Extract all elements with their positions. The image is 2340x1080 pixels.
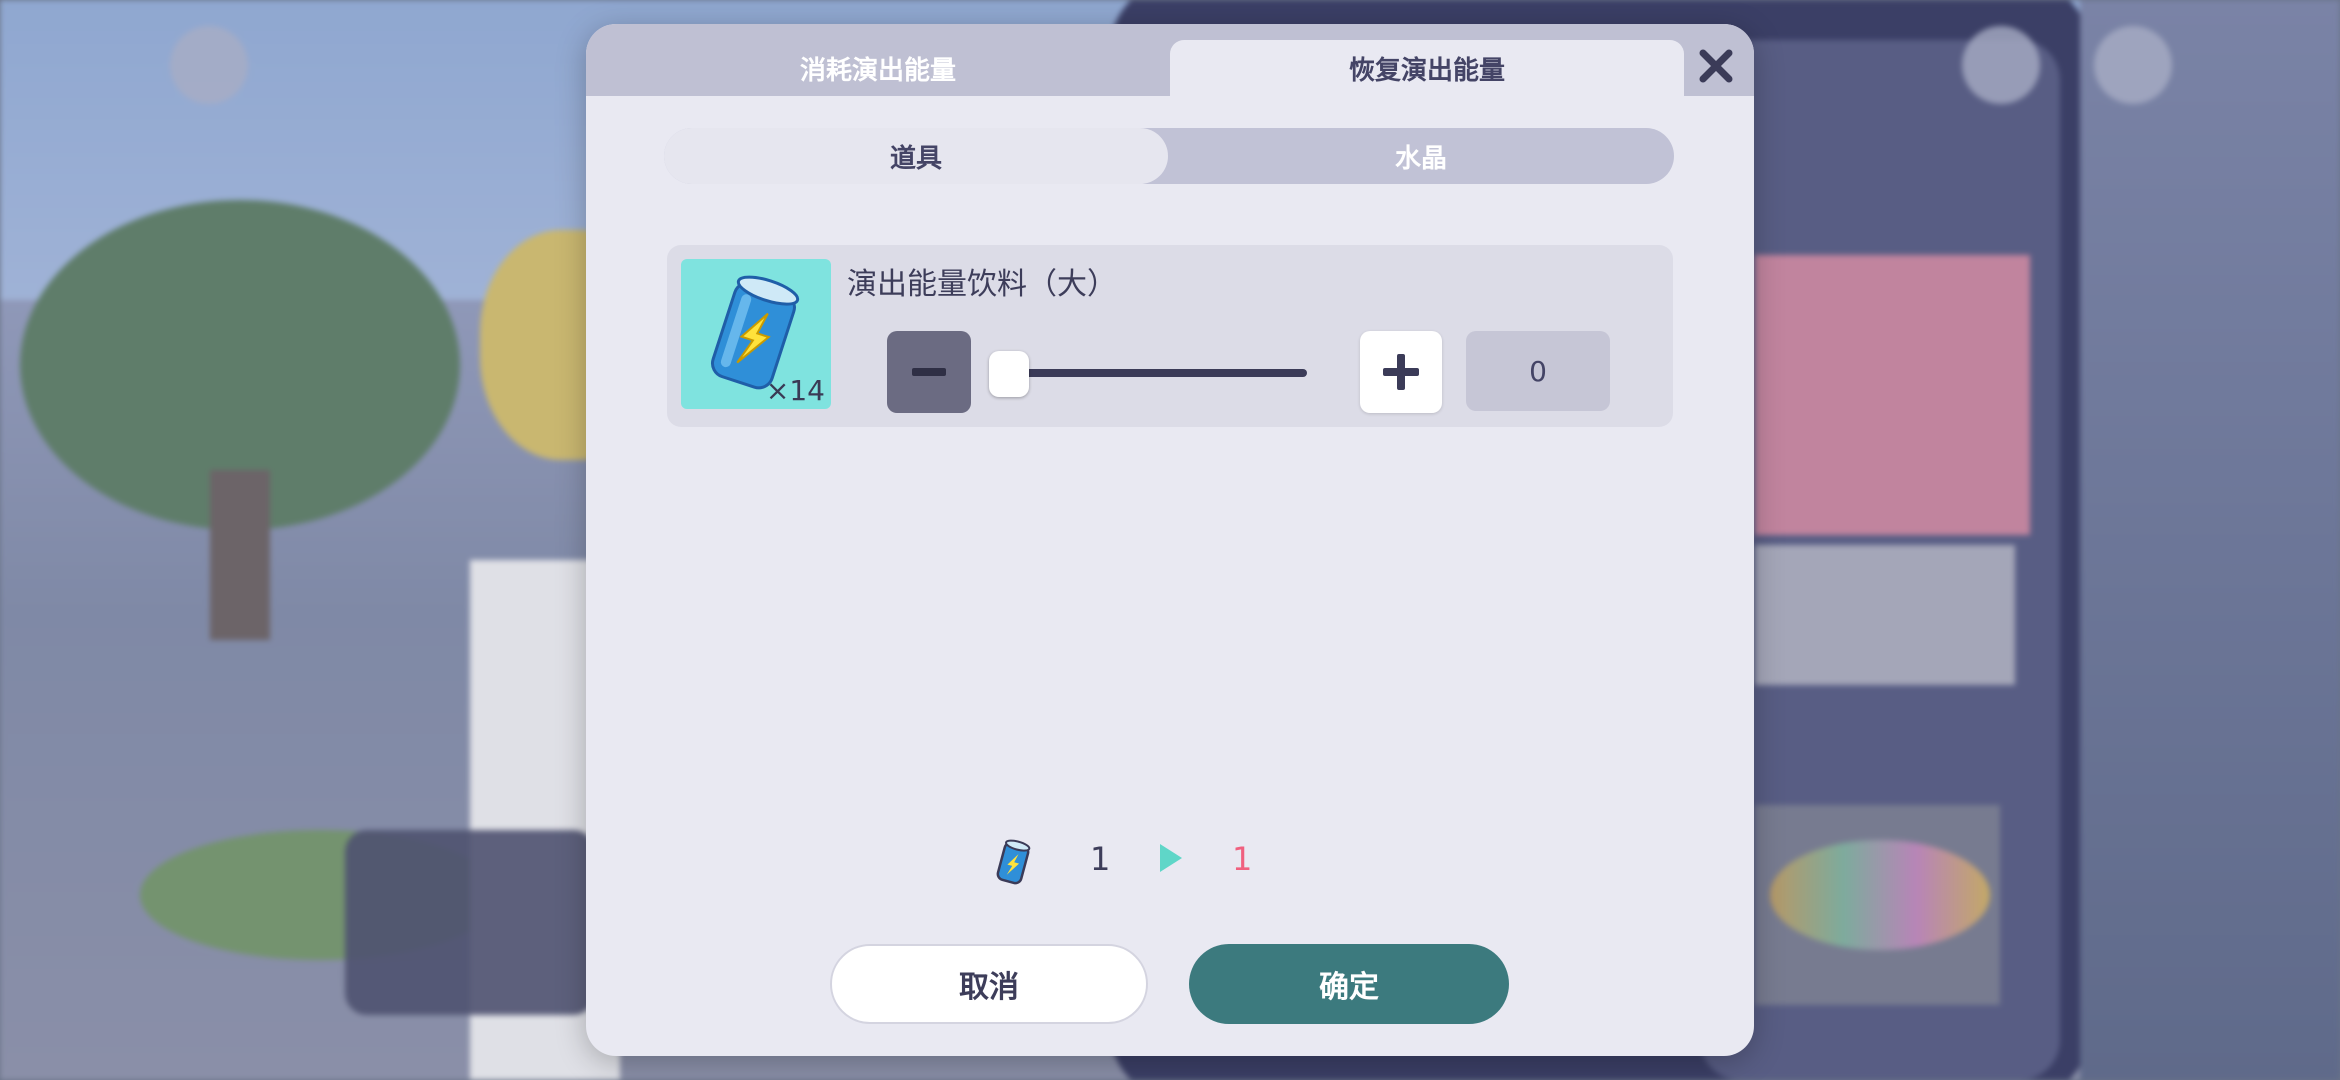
energy-dialog: 消耗演出能量 恢复演出能量 道具 水晶 ×14 演出能量饮料（大） 0 1 1 … — [586, 24, 1754, 1056]
map-graphic — [1770, 840, 1990, 950]
source-segment-control: 道具 水晶 — [664, 128, 1674, 184]
tab-bar: 消耗演出能量 恢复演出能量 — [586, 24, 1754, 96]
settings-icon — [1962, 26, 2040, 104]
energy-after: 1 — [1232, 840, 1253, 878]
tab-restore-energy[interactable]: 恢复演出能量 — [1170, 40, 1684, 96]
close-button[interactable] — [1688, 38, 1744, 94]
item-row: ×14 演出能量饮料（大） 0 — [667, 245, 1673, 427]
stage-scene — [2080, 0, 2340, 1080]
menu-card-gray — [1755, 545, 2015, 685]
segment-items[interactable]: 道具 — [664, 128, 1168, 184]
menu-icon — [2094, 26, 2172, 104]
segment-crystal[interactable]: 水晶 — [1168, 128, 1674, 184]
energy-current: 1 — [1090, 840, 1111, 878]
item-name: 演出能量饮料（大） — [847, 267, 1117, 302]
close-icon — [1699, 49, 1733, 83]
confirm-button[interactable]: 确定 — [1189, 944, 1509, 1024]
item-count: ×14 — [765, 374, 825, 407]
energy-summary: 1 1 — [586, 832, 1754, 892]
energy-drink-item: ×14 — [681, 259, 831, 409]
plus-icon — [1383, 354, 1419, 390]
speech-bubble — [345, 830, 595, 1015]
quantity-slider-handle[interactable] — [989, 351, 1029, 397]
menu-card-pink — [1755, 255, 2030, 535]
increase-button[interactable] — [1360, 331, 1442, 413]
quantity-field[interactable]: 0 — [1466, 331, 1610, 411]
back-icon — [170, 26, 248, 104]
tree-trunk — [210, 470, 270, 640]
cancel-button[interactable]: 取消 — [830, 944, 1148, 1024]
quantity-slider-track[interactable] — [1007, 369, 1307, 377]
play-arrow-icon — [1160, 844, 1182, 872]
minus-icon — [912, 368, 946, 376]
energy-drink-small-icon — [996, 839, 1031, 885]
decrease-button[interactable] — [887, 331, 971, 413]
tab-consume-energy[interactable]: 消耗演出能量 — [586, 40, 1170, 96]
